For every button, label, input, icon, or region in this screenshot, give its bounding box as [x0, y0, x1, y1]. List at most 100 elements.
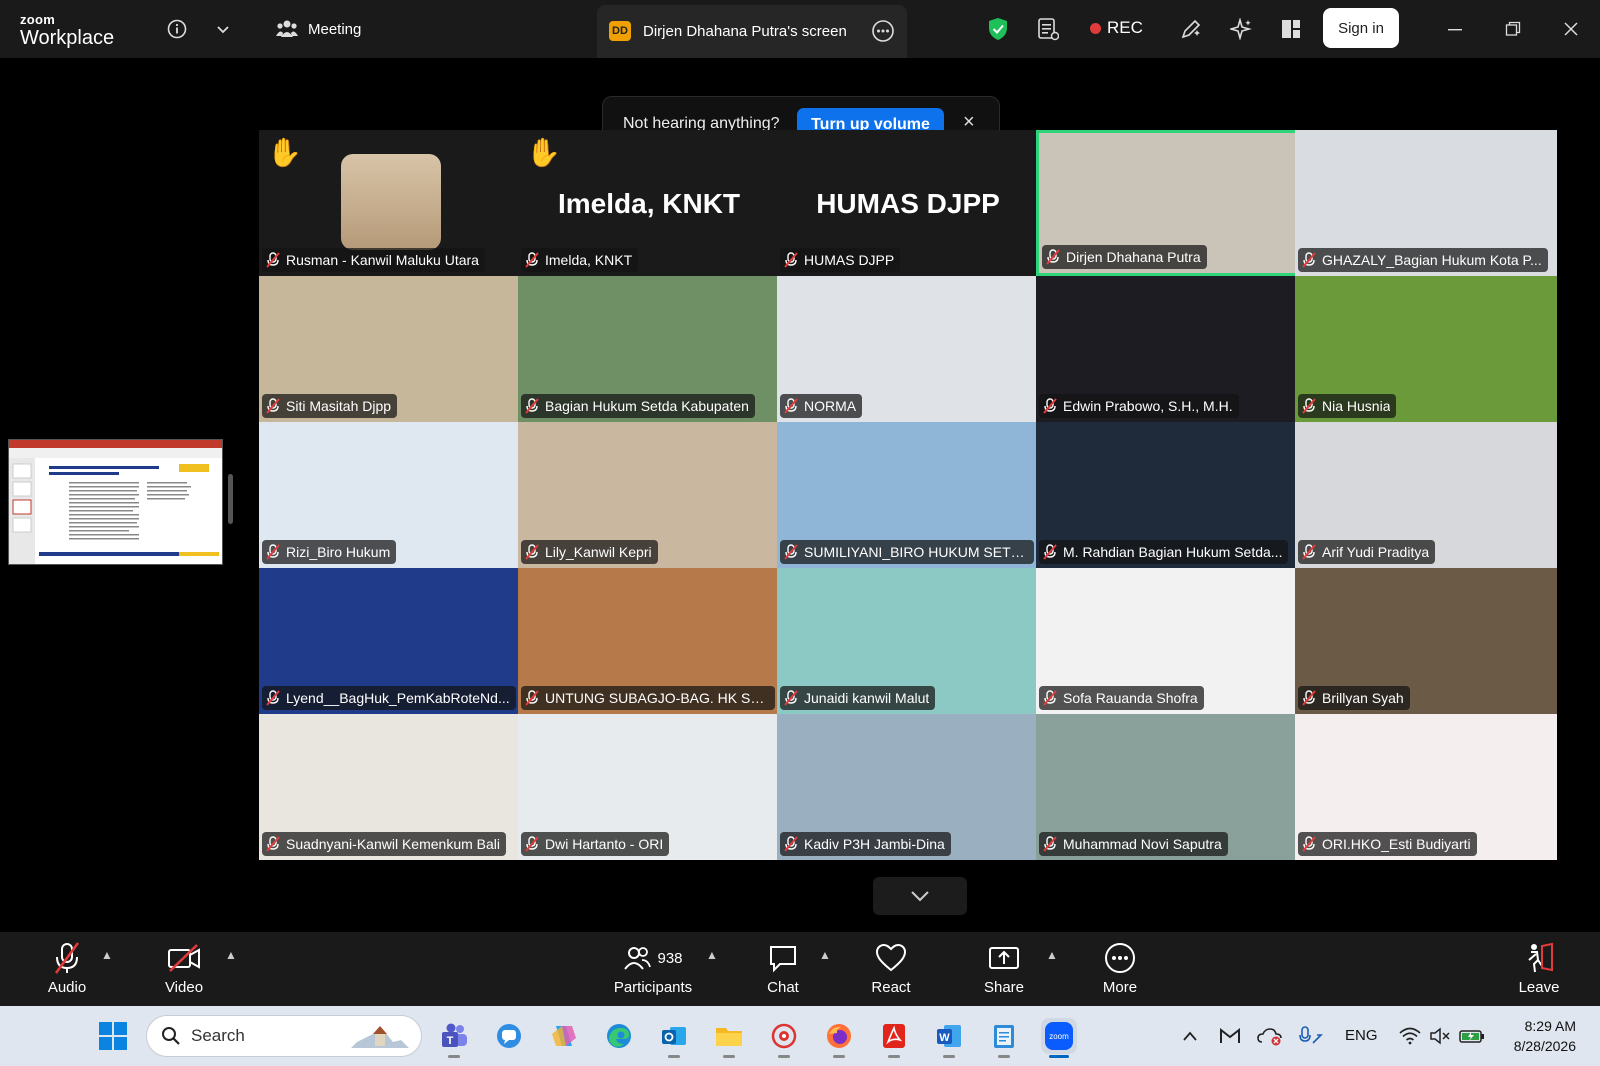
chat-button[interactable]: Chat [738, 940, 828, 996]
participant-name: ORI.HKO_Esti Budiyarti [1322, 836, 1471, 852]
meeting-toolbar: Audio ▲ Video ▲ 938 Participants ▲ Chat … [0, 932, 1600, 1006]
video-button[interactable]: Video [139, 940, 229, 996]
file-explorer-icon[interactable] [711, 1018, 747, 1058]
participant-tile[interactable]: ORI.HKO_Esti Budiyarti [1295, 714, 1557, 860]
info-icon[interactable] [162, 14, 192, 44]
scroll-down-button[interactable] [873, 877, 967, 915]
view-layout-icon[interactable] [1276, 14, 1306, 44]
taskbar-search[interactable]: Search [146, 1015, 422, 1057]
participant-tile[interactable]: Arif Yudi Praditya [1295, 422, 1557, 568]
react-button[interactable]: React [846, 940, 936, 996]
leave-label: Leave [1518, 979, 1560, 996]
system-clock[interactable]: 8:29 AM 8/28/2026 [1500, 1016, 1576, 1056]
participant-tile[interactable]: Junaidi kanwil Malut [777, 568, 1039, 714]
participants-options-caret-icon[interactable]: ▲ [706, 948, 718, 962]
meeting-tab[interactable]: Meeting [276, 19, 361, 39]
restore-window-icon[interactable] [1498, 14, 1528, 44]
summary-icon[interactable] [1033, 14, 1063, 44]
muted-mic-icon [784, 544, 798, 560]
participants-button[interactable]: 938 Participants [598, 940, 708, 996]
firefox-browser-icon[interactable] [821, 1018, 857, 1058]
muted-mic-icon [1302, 690, 1316, 706]
input-language[interactable]: ENG [1345, 1027, 1378, 1044]
participant-tile[interactable]: Lily_Kanwil Kepri [518, 422, 780, 568]
close-icon[interactable] [1556, 14, 1586, 44]
participant-tile[interactable]: Muhammad Novi Saputra [1036, 714, 1298, 860]
chat-app-icon[interactable] [491, 1018, 527, 1054]
windows-start-icon[interactable] [95, 1018, 131, 1054]
pdf-reader-app-icon[interactable] [876, 1018, 912, 1058]
clock-date: 8/28/2026 [1513, 1038, 1576, 1054]
recorder-app-icon[interactable] [766, 1018, 802, 1058]
muted-mic-icon [266, 398, 280, 414]
participant-name-display: HUMAS DJPP [816, 188, 1000, 219]
participant-name: Nia Husnia [1322, 398, 1391, 414]
leave-button[interactable]: Leave [1494, 940, 1584, 996]
gmail-tray-icon[interactable] [1212, 1018, 1248, 1054]
participant-tile[interactable]: Brillyan Syah [1295, 568, 1557, 714]
volume-muted-icon[interactable] [1422, 1018, 1458, 1054]
recording-indicator[interactable]: REC [1090, 18, 1143, 38]
outlook-app-icon[interactable] [656, 1018, 692, 1058]
shared-screen-tab[interactable]: DD Dirjen Dhahana Putra's screen [597, 5, 907, 58]
share-options-caret-icon[interactable]: ▲ [1046, 948, 1058, 962]
microphone-in-use-icon[interactable] [1292, 1018, 1328, 1054]
participant-tile[interactable]: Bagian Hukum Setda Kabupaten [518, 276, 780, 422]
participant-name: Dirjen Dhahana Putra [1066, 249, 1201, 265]
participant-tile[interactable]: M. Rahdian Bagian Hukum Setda... [1036, 422, 1298, 568]
chat-options-caret-icon[interactable]: ▲ [819, 948, 831, 962]
participant-name-label: SUMILIYANI_BIRO HUKUM SETD... [780, 540, 1034, 564]
security-shield-icon[interactable] [983, 14, 1013, 44]
chevron-down-icon[interactable] [208, 14, 238, 44]
participant-tile[interactable]: Lyend__BagHuk_PemKabRoteNd... [259, 568, 521, 714]
rec-label: REC [1107, 18, 1143, 37]
zoom-app-icon[interactable]: zoom [1041, 1018, 1077, 1058]
participant-tile[interactable]: Siti Masitah Djpp [259, 276, 521, 422]
participant-tile[interactable]: Nia Husnia [1295, 276, 1557, 422]
muted-mic-icon [525, 398, 539, 414]
sharer-avatar-badge: DD [609, 21, 631, 41]
participant-tile[interactable]: Imelda, KNKT ✋ Imelda, KNKT [518, 130, 780, 276]
participant-name: Lily_Kanwil Kepri [545, 544, 652, 560]
participant-name-label: UNTUNG SUBAGJO-BAG. HK SET... [521, 686, 775, 710]
participant-tile[interactable]: Rizi_Biro Hukum [259, 422, 521, 568]
audio-options-caret-icon[interactable]: ▲ [101, 948, 113, 962]
edge-browser-icon[interactable] [601, 1018, 637, 1054]
copilot-app-icon[interactable] [546, 1018, 582, 1054]
participant-name-label: Imelda, KNKT [521, 248, 639, 272]
video-options-caret-icon[interactable]: ▲ [225, 948, 237, 962]
participant-name: SUMILIYANI_BIRO HUKUM SETD... [804, 544, 1028, 560]
show-hidden-icons-chevron-icon[interactable] [1172, 1018, 1208, 1054]
annotate-pen-icon[interactable] [1176, 14, 1206, 44]
share-button[interactable]: Share [959, 940, 1049, 996]
brand-bottom: Workplace [20, 27, 115, 49]
more-options-icon[interactable] [871, 19, 895, 48]
participant-name-label: Suadnyani-Kanwil Kemenkum Bali [262, 832, 506, 856]
participant-tile[interactable]: NORMA [777, 276, 1039, 422]
onedrive-error-icon[interactable] [1252, 1018, 1288, 1054]
muted-mic-icon [525, 544, 539, 560]
participant-tile[interactable]: ✋ Rusman - Kanwil Maluku Utara [259, 130, 521, 276]
teams-app-icon[interactable]: T [436, 1018, 472, 1058]
audio-button[interactable]: Audio [22, 940, 112, 996]
thumbnail-resize-handle[interactable] [228, 474, 233, 524]
participant-tile[interactable]: Kadiv P3H Jambi-Dina [777, 714, 1039, 860]
more-button[interactable]: More [1075, 940, 1165, 996]
ai-companion-sparkle-icon[interactable] [1226, 14, 1256, 44]
shared-screen-thumbnail[interactable] [8, 439, 223, 565]
search-highlight-icon [351, 1026, 409, 1048]
participant-tile[interactable]: Dwi Hartanto - ORI [518, 714, 780, 860]
participant-tile[interactable]: GHAZALY_Bagian Hukum Kota P... [1295, 130, 1557, 276]
participant-tile[interactable]: Suadnyani-Kanwil Kemenkum Bali [259, 714, 521, 860]
battery-charging-icon[interactable] [1454, 1018, 1490, 1054]
participant-tile[interactable]: UNTUNG SUBAGJO-BAG. HK SET... [518, 568, 780, 714]
participant-tile[interactable]: Edwin Prabowo, S.H., M.H. [1036, 276, 1298, 422]
notepad-app-icon[interactable] [986, 1018, 1022, 1058]
sign-in-button[interactable]: Sign in [1323, 8, 1399, 48]
active-speaker-tile[interactable]: Dirjen Dhahana Putra [1036, 130, 1298, 276]
minimize-icon[interactable] [1440, 14, 1470, 44]
word-app-icon[interactable]: W [931, 1018, 967, 1058]
participant-tile[interactable]: HUMAS DJPP HUMAS DJPP [777, 130, 1039, 276]
participant-tile[interactable]: Sofa Rauanda Shofra [1036, 568, 1298, 714]
participant-tile[interactable]: SUMILIYANI_BIRO HUKUM SETD... [777, 422, 1039, 568]
